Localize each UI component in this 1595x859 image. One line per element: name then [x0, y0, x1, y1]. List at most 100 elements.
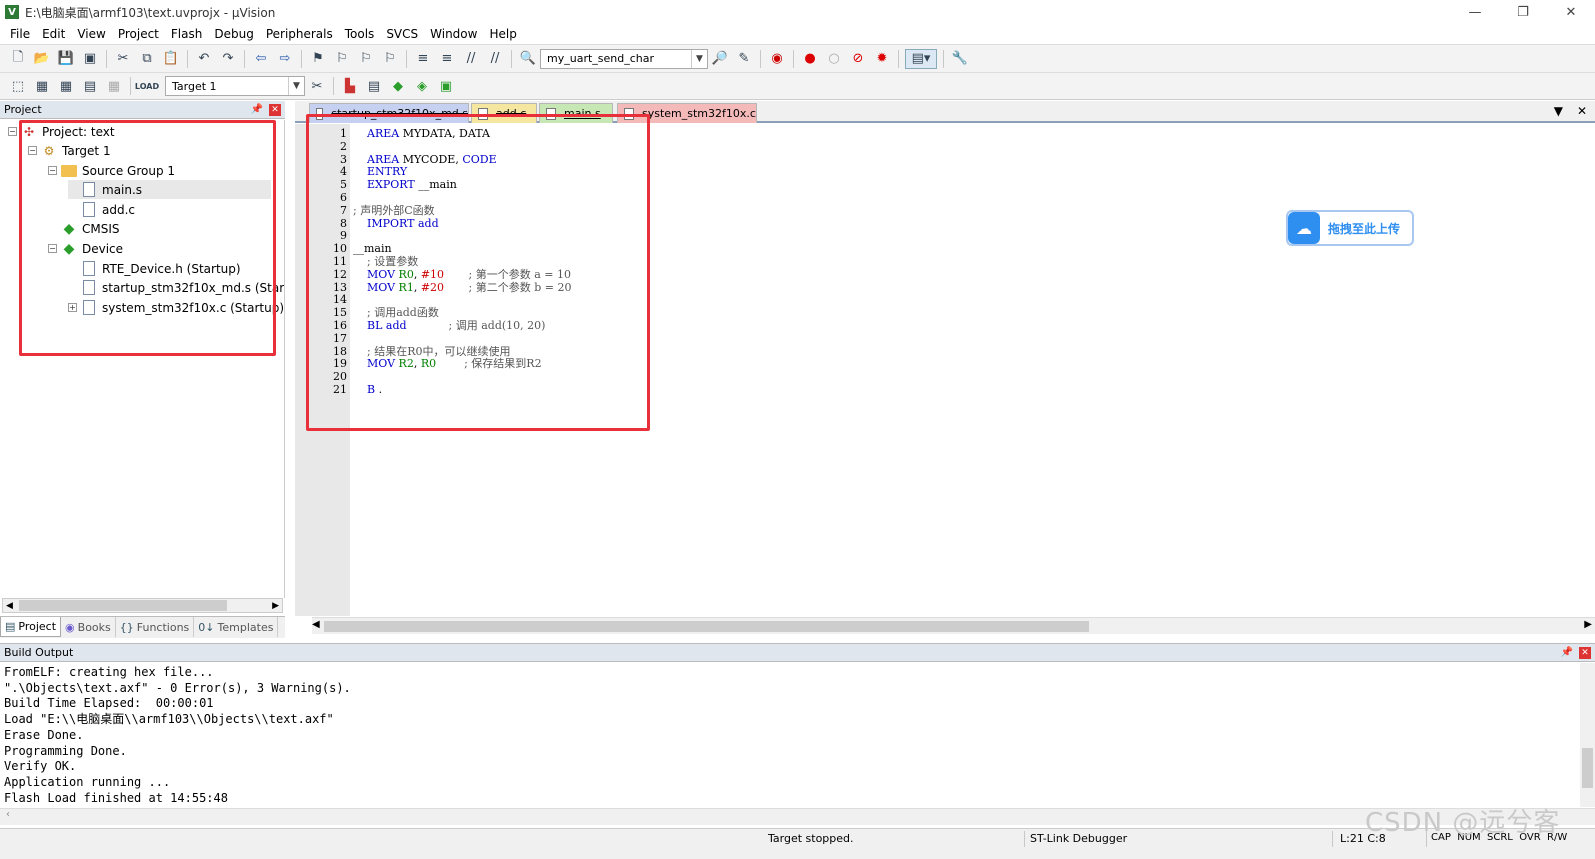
undo-icon[interactable]: ↶ [194, 49, 214, 69]
project-horizontal-scrollbar[interactable]: ◀ ▶ [2, 598, 283, 613]
batch-build-icon[interactable]: ▤ [80, 76, 100, 96]
tab-books[interactable]: ◉ Books [61, 617, 116, 637]
save-icon[interactable]: 💾 [56, 49, 76, 69]
close-icon[interactable]: ✕ [269, 103, 281, 116]
minimize-button[interactable]: — [1451, 0, 1499, 24]
cut-icon[interactable]: ✂ [113, 49, 133, 69]
paste-icon[interactable]: 📋 [161, 49, 181, 69]
save-all-icon[interactable]: ▣ [80, 49, 100, 69]
configure-wrench-icon[interactable]: 🔧 [950, 49, 970, 69]
menu-window[interactable]: Window [424, 27, 483, 41]
scroll-right-icon[interactable]: ▶ [272, 601, 279, 611]
enable-breakpoint-icon[interactable]: ○ [824, 49, 844, 69]
tab-templates[interactable]: 0↓ Templates [194, 617, 279, 637]
scroll-left-icon[interactable]: ◀ [6, 601, 13, 611]
toolbar-separator [406, 49, 407, 68]
new-file-icon[interactable]: 🗋 [8, 49, 28, 69]
menu-svcs[interactable]: SVCS [380, 27, 424, 41]
project-panel-header: Project 📌 ✕ [0, 101, 285, 119]
tab-functions[interactable]: {} Functions [116, 617, 195, 637]
pack-installer-icon[interactable]: ◈ [412, 76, 432, 96]
next-bookmark-icon[interactable]: ⚐ [356, 49, 376, 69]
restore-button[interactable]: ❐ [1499, 0, 1547, 24]
scroll-right-icon[interactable]: ▶ [1584, 619, 1592, 630]
kill-breakpoints-icon[interactable]: ✹ [872, 49, 892, 69]
menu-file[interactable]: File [4, 27, 36, 41]
rebuild-icon[interactable]: ▦ [56, 76, 76, 96]
menu-help[interactable]: Help [483, 27, 522, 41]
scroll-thumb[interactable] [324, 621, 1089, 632]
build-output-text[interactable]: FromELF: creating hex file... ".\Objects… [0, 663, 1580, 807]
target-status: Target stopped. [768, 832, 854, 845]
uvision-app-icon: V [5, 5, 19, 19]
stop-build-icon[interactable]: ▦ [104, 76, 124, 96]
menu-flash[interactable]: Flash [165, 27, 208, 41]
uncomment-icon[interactable]: // [485, 49, 505, 69]
copy-icon[interactable]: ⧉ [137, 49, 157, 69]
scroll-left-icon[interactable]: ‹ [6, 809, 10, 820]
chevron-down-icon[interactable]: ▼ [288, 77, 304, 95]
menu-edit[interactable]: Edit [36, 27, 71, 41]
status-separator [1332, 831, 1333, 847]
close-window-button[interactable]: ✕ [1547, 0, 1595, 24]
redo-icon[interactable]: ↷ [218, 49, 238, 69]
chevron-down-icon[interactable]: ▼ [691, 49, 707, 68]
build-toolbar: ⬚ ▦ ▦ ▤ ▦ LOAD Target 1 ▼ ✂ ▙ ▤ ◆ ◈ ▣ [0, 72, 1595, 100]
project-panel-title: Project [4, 103, 42, 116]
menu-project[interactable]: Project [112, 27, 165, 41]
upload-drop-button[interactable]: ☁ 拖拽至此上传 [1286, 210, 1414, 246]
output-line: Flash Load finished at 14:55:48 [4, 790, 228, 805]
insert-breakpoint-icon[interactable]: ● [800, 49, 820, 69]
collapse-icon[interactable]: − [8, 127, 17, 136]
build-icon[interactable]: ▦ [32, 76, 52, 96]
manage-rte-icon[interactable]: ◆ [388, 76, 408, 96]
tab-project[interactable]: ▤ Project [0, 617, 62, 637]
toolbar-separator [793, 49, 794, 68]
prev-bookmark-icon[interactable]: ⚐ [332, 49, 352, 69]
target-combo[interactable]: Target 1 ▼ [165, 76, 305, 96]
disable-breakpoints-icon[interactable]: ⊘ [848, 49, 868, 69]
select-packs-icon[interactable]: ▤ [364, 76, 384, 96]
scroll-thumb[interactable] [19, 600, 227, 611]
manage-project-items-icon[interactable]: ▙ [340, 76, 360, 96]
incremental-find-icon[interactable]: ✎ [734, 49, 754, 69]
navigate-back-icon[interactable]: ⇦ [251, 49, 271, 69]
translate-icon[interactable]: ⬚ [8, 76, 28, 96]
tab-list-dropdown-icon[interactable]: ▼ [1554, 104, 1563, 118]
scroll-left-icon[interactable]: ◀ [312, 619, 320, 630]
menu-view[interactable]: View [71, 27, 111, 41]
scroll-thumb[interactable] [1582, 748, 1593, 788]
menu-tools[interactable]: Tools [339, 27, 381, 41]
editor-horizontal-scrollbar[interactable]: ◀ ▶ [312, 617, 1595, 634]
highlight-box-code [306, 114, 650, 431]
build-output-horizontal-scrollbar[interactable]: ‹ [0, 808, 1595, 825]
pin-icon[interactable]: 📌 [251, 104, 263, 115]
menu-debug[interactable]: Debug [208, 27, 259, 41]
output-line: Load "E:\\电脑桌面\\armf103\\Objects\\text.a… [4, 712, 334, 727]
window-layout-icon[interactable]: ▤▾ [905, 48, 937, 69]
download-load-icon[interactable]: LOAD [135, 76, 159, 96]
pin-icon[interactable]: 📌 [1561, 647, 1573, 658]
debug-session-icon[interactable]: ◉ [767, 49, 787, 69]
find-icon[interactable]: 🔎 [710, 49, 730, 69]
close-icon[interactable]: ✕ [1579, 646, 1591, 659]
target-combo-value: Target 1 [172, 79, 217, 93]
build-output-vertical-scrollbar[interactable] [1580, 663, 1595, 807]
pack-installer-2-icon[interactable]: ▣ [436, 76, 456, 96]
menu-peripherals[interactable]: Peripherals [260, 27, 339, 41]
navigate-forward-icon[interactable]: ⇨ [275, 49, 295, 69]
build-output-title: Build Output [4, 646, 74, 659]
function-combo[interactable]: my_uart_send_char ▼ [540, 48, 708, 69]
open-file-icon[interactable]: 📂 [32, 49, 52, 69]
find-in-files-icon[interactable]: 🔍 [518, 49, 538, 69]
project-panel-tabs: ▤ Project ◉ Books {} Functions 0↓ Templa… [0, 616, 285, 638]
clear-bookmarks-icon[interactable]: ⚐ [380, 49, 400, 69]
highlight-box-project [19, 120, 276, 356]
comment-icon[interactable]: // [461, 49, 481, 69]
bookmark-icon[interactable]: ⚑ [308, 49, 328, 69]
close-editor-icon[interactable]: ✕ [1577, 104, 1587, 118]
unindent-icon[interactable]: ≡ [437, 49, 457, 69]
target-options-icon[interactable]: ✂ [307, 76, 327, 96]
indent-icon[interactable]: ≡ [413, 49, 433, 69]
toolbar-separator [943, 49, 944, 68]
